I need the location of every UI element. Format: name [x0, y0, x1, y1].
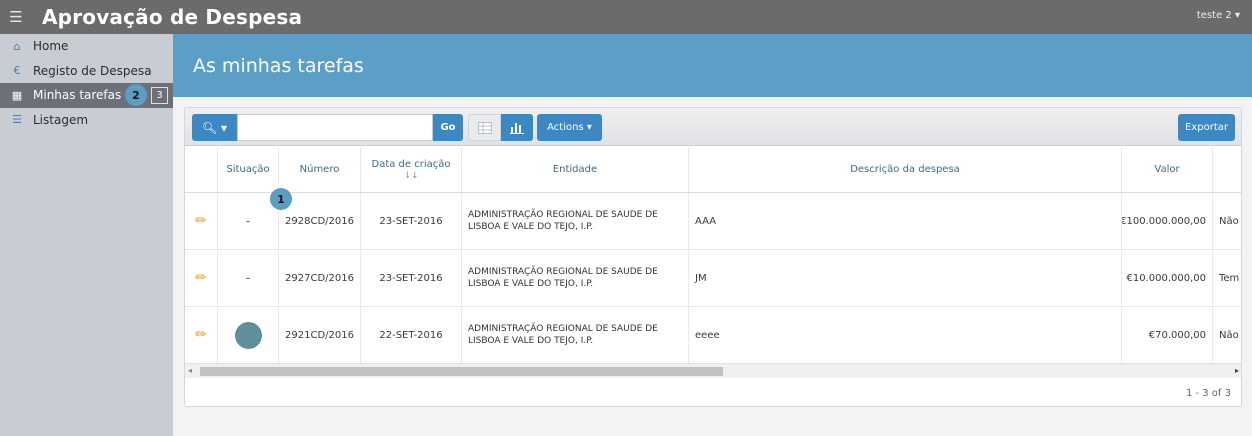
- go-button[interactable]: Go: [433, 114, 463, 141]
- header-extra: [1213, 147, 1241, 192]
- task-count-badge: 3: [151, 87, 168, 104]
- sort-descending-icon: ⇂↓: [403, 170, 419, 181]
- header-numero[interactable]: Número: [279, 147, 361, 192]
- header-data-criacao-label: Data de criação: [371, 158, 451, 170]
- status-circle-icon: [234, 321, 262, 349]
- grid-icon: [477, 121, 492, 134]
- header-edit: [185, 147, 218, 192]
- app-title: Aprovação de Despesa: [42, 5, 303, 29]
- sidebar-item-listagem[interactable]: ☰ Listagem: [0, 108, 173, 133]
- sidebar-item-minhas-tarefas[interactable]: ▦ Minhas tarefas 2 3: [0, 83, 173, 108]
- descricao-cell: eeee: [689, 307, 1122, 363]
- list-icon: ☰: [12, 113, 22, 127]
- calendar-icon: ▦: [11, 88, 23, 102]
- sidebar-item-label: Home: [33, 39, 69, 54]
- extra-cell: Tem: [1219, 272, 1240, 284]
- step-marker: 2: [125, 84, 147, 106]
- user-menu[interactable]: teste 2 ▾: [1197, 10, 1240, 21]
- data-cell: 22-SET-2016: [361, 307, 462, 363]
- valor-cell: €10.000.000,00: [1122, 250, 1213, 306]
- header-descricao[interactable]: Descrição da despesa: [689, 147, 1122, 192]
- table-row: ✏ 2921CD/2016 22-SET-2016 ADMINISTRAÇÃO …: [185, 307, 1241, 364]
- descricao-cell: JM: [689, 250, 1122, 306]
- header-entidade[interactable]: Entidade: [462, 147, 689, 192]
- pencil-icon[interactable]: ✏: [195, 327, 207, 343]
- descricao-cell: AAA: [689, 193, 1122, 249]
- numero-cell: 2921CD/2016: [279, 307, 361, 363]
- scroll-right-icon[interactable]: ▸: [1235, 366, 1239, 375]
- export-button[interactable]: Exportar: [1178, 114, 1235, 141]
- extra-cell: Não: [1219, 215, 1239, 227]
- tasks-report-region: 🔍︎ ▾ Go Actions ▾ Exportar Situação Núme…: [184, 107, 1242, 407]
- search-icon: 🔍︎ ▾: [201, 120, 228, 135]
- page-header: As minhas tarefas: [173, 34, 1252, 97]
- header-valor[interactable]: Valor: [1122, 147, 1213, 192]
- pencil-icon[interactable]: ✏: [195, 213, 207, 229]
- valor-cell: €70.000,00: [1122, 307, 1213, 363]
- scroll-left-icon[interactable]: ◂: [188, 366, 192, 375]
- header-situacao[interactable]: Situação: [218, 147, 279, 192]
- edit-cell[interactable]: ✏: [185, 307, 218, 363]
- entidade-text: ADMINISTRAÇÃO REGIONAL DE SAUDE DE LISBO…: [468, 266, 658, 289]
- header-data-criacao[interactable]: Data de criação ⇂↓: [361, 147, 462, 192]
- sidebar-item-label: Registo de Despesa: [33, 63, 152, 78]
- sidebar-item-registo-despesa[interactable]: € Registo de Despesa: [0, 59, 173, 84]
- edit-cell[interactable]: ✏: [185, 250, 218, 306]
- entidade-text: ADMINISTRAÇÃO REGIONAL DE SAUDE DE LISBO…: [468, 209, 658, 232]
- data-cell: 23-SET-2016: [361, 193, 462, 249]
- table-row: ✏ – 2927CD/2016 23-SET-2016 ADMINISTRAÇÃ…: [185, 250, 1241, 307]
- entidade-cell: ADMINISTRAÇÃO REGIONAL DE SAUDE DE LISBO…: [462, 307, 689, 363]
- edit-cell[interactable]: ✏: [185, 193, 218, 249]
- extra-cell: Não: [1219, 329, 1239, 341]
- report-toolbar: 🔍︎ ▾ Go Actions ▾ Exportar: [185, 108, 1241, 146]
- valor-cell: €100.000.000,00: [1122, 193, 1213, 249]
- situacao-cell: –: [218, 250, 279, 306]
- situacao-cell: [218, 307, 279, 363]
- numero-cell: 2927CD/2016: [279, 250, 361, 306]
- chart-view-button[interactable]: [501, 114, 533, 141]
- tasks-table: Situação Número Data de criação ⇂↓ Entid…: [185, 147, 1241, 364]
- horizontal-scrollbar[interactable]: ◂ ▸: [185, 363, 1241, 378]
- table-header-row: Situação Número Data de criação ⇂↓ Entid…: [185, 147, 1241, 193]
- euro-icon: €: [13, 64, 21, 78]
- top-bar: ☰ Aprovação de Despesa teste 2 ▾: [0, 0, 1252, 34]
- table-row: ✏ – 2928CD/2016 23-SET-2016 ADMINISTRAÇÃ…: [185, 193, 1241, 250]
- sidebar-item-home[interactable]: ⌂ Home: [0, 34, 173, 59]
- entidade-cell: ADMINISTRAÇÃO REGIONAL DE SAUDE DE LISBO…: [462, 250, 689, 306]
- hamburger-icon[interactable]: ☰: [0, 0, 32, 34]
- page-title: As minhas tarefas: [193, 54, 364, 77]
- sidebar: ⌂ Home € Registo de Despesa ▦ Minhas tar…: [0, 34, 173, 436]
- home-icon: ⌂: [13, 39, 21, 53]
- search-column-button[interactable]: 🔍︎ ▾: [192, 114, 237, 141]
- search-input[interactable]: [237, 114, 433, 141]
- entidade-text: ADMINISTRAÇÃO REGIONAL DE SAUDE DE LISBO…: [468, 323, 658, 346]
- pencil-icon[interactable]: ✏: [195, 270, 207, 286]
- sidebar-item-label: Listagem: [33, 112, 89, 127]
- step-marker: 1: [270, 188, 292, 210]
- actions-button[interactable]: Actions ▾: [537, 114, 602, 141]
- main-content: As minhas tarefas 🔍︎ ▾ Go Actions ▾ Expo…: [173, 34, 1252, 436]
- entidade-cell: ADMINISTRAÇÃO REGIONAL DE SAUDE DE LISBO…: [462, 193, 689, 249]
- bar-chart-icon: [510, 122, 524, 134]
- sidebar-item-label: Minhas tarefas: [33, 88, 122, 103]
- scrollbar-thumb[interactable]: [200, 367, 723, 376]
- pagination-info: 1 - 3 of 3: [1185, 388, 1231, 399]
- grid-view-button[interactable]: [468, 114, 501, 141]
- data-cell: 23-SET-2016: [361, 250, 462, 306]
